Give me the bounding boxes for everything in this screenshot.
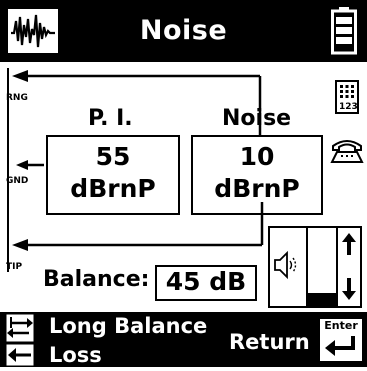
pi-reading-box: 55 dBrnP	[46, 135, 180, 215]
balance-label: Balance:	[43, 267, 150, 292]
gnd-label: GND	[6, 176, 29, 186]
enter-label: Enter	[324, 319, 358, 332]
noise-value: 10	[239, 142, 275, 171]
rng-label: RNG	[6, 93, 28, 103]
pi-header: P. I.	[88, 106, 133, 131]
pi-value: 55	[95, 142, 131, 171]
noise-unit: dBrnP	[214, 174, 300, 203]
battery-icon	[331, 7, 357, 55]
balance-value: 45 dB	[155, 265, 257, 301]
speaker-icon	[272, 249, 302, 285]
loss-button[interactable]: Loss	[49, 343, 102, 367]
volume-track[interactable]	[306, 226, 338, 308]
enter-key[interactable]: Enter	[319, 318, 363, 362]
pi-unit: dBrnP	[70, 174, 156, 203]
arrow-down-icon[interactable]	[340, 277, 358, 305]
keypad-text: 123	[339, 102, 358, 112]
keypad-icon[interactable]	[335, 80, 359, 118]
long-balance-button[interactable]: Long Balance	[49, 314, 207, 338]
noise-reading-box: 10 dBrnP	[191, 135, 323, 215]
arrow-up-icon[interactable]	[340, 232, 358, 260]
tip-label: TIP	[6, 262, 23, 272]
swap-icon[interactable]	[5, 313, 35, 347]
enter-arrow-icon	[325, 336, 355, 356]
telephone-icon[interactable]	[330, 136, 364, 168]
noise-header: Noise	[222, 106, 292, 131]
volume-level-fill	[308, 293, 336, 308]
waveform-icon[interactable]	[8, 9, 58, 53]
noise-screen: Noise RNG GND TIP P. I. Noise 55 dBrnP 1…	[0, 0, 367, 367]
return-button[interactable]: Return	[229, 330, 310, 354]
